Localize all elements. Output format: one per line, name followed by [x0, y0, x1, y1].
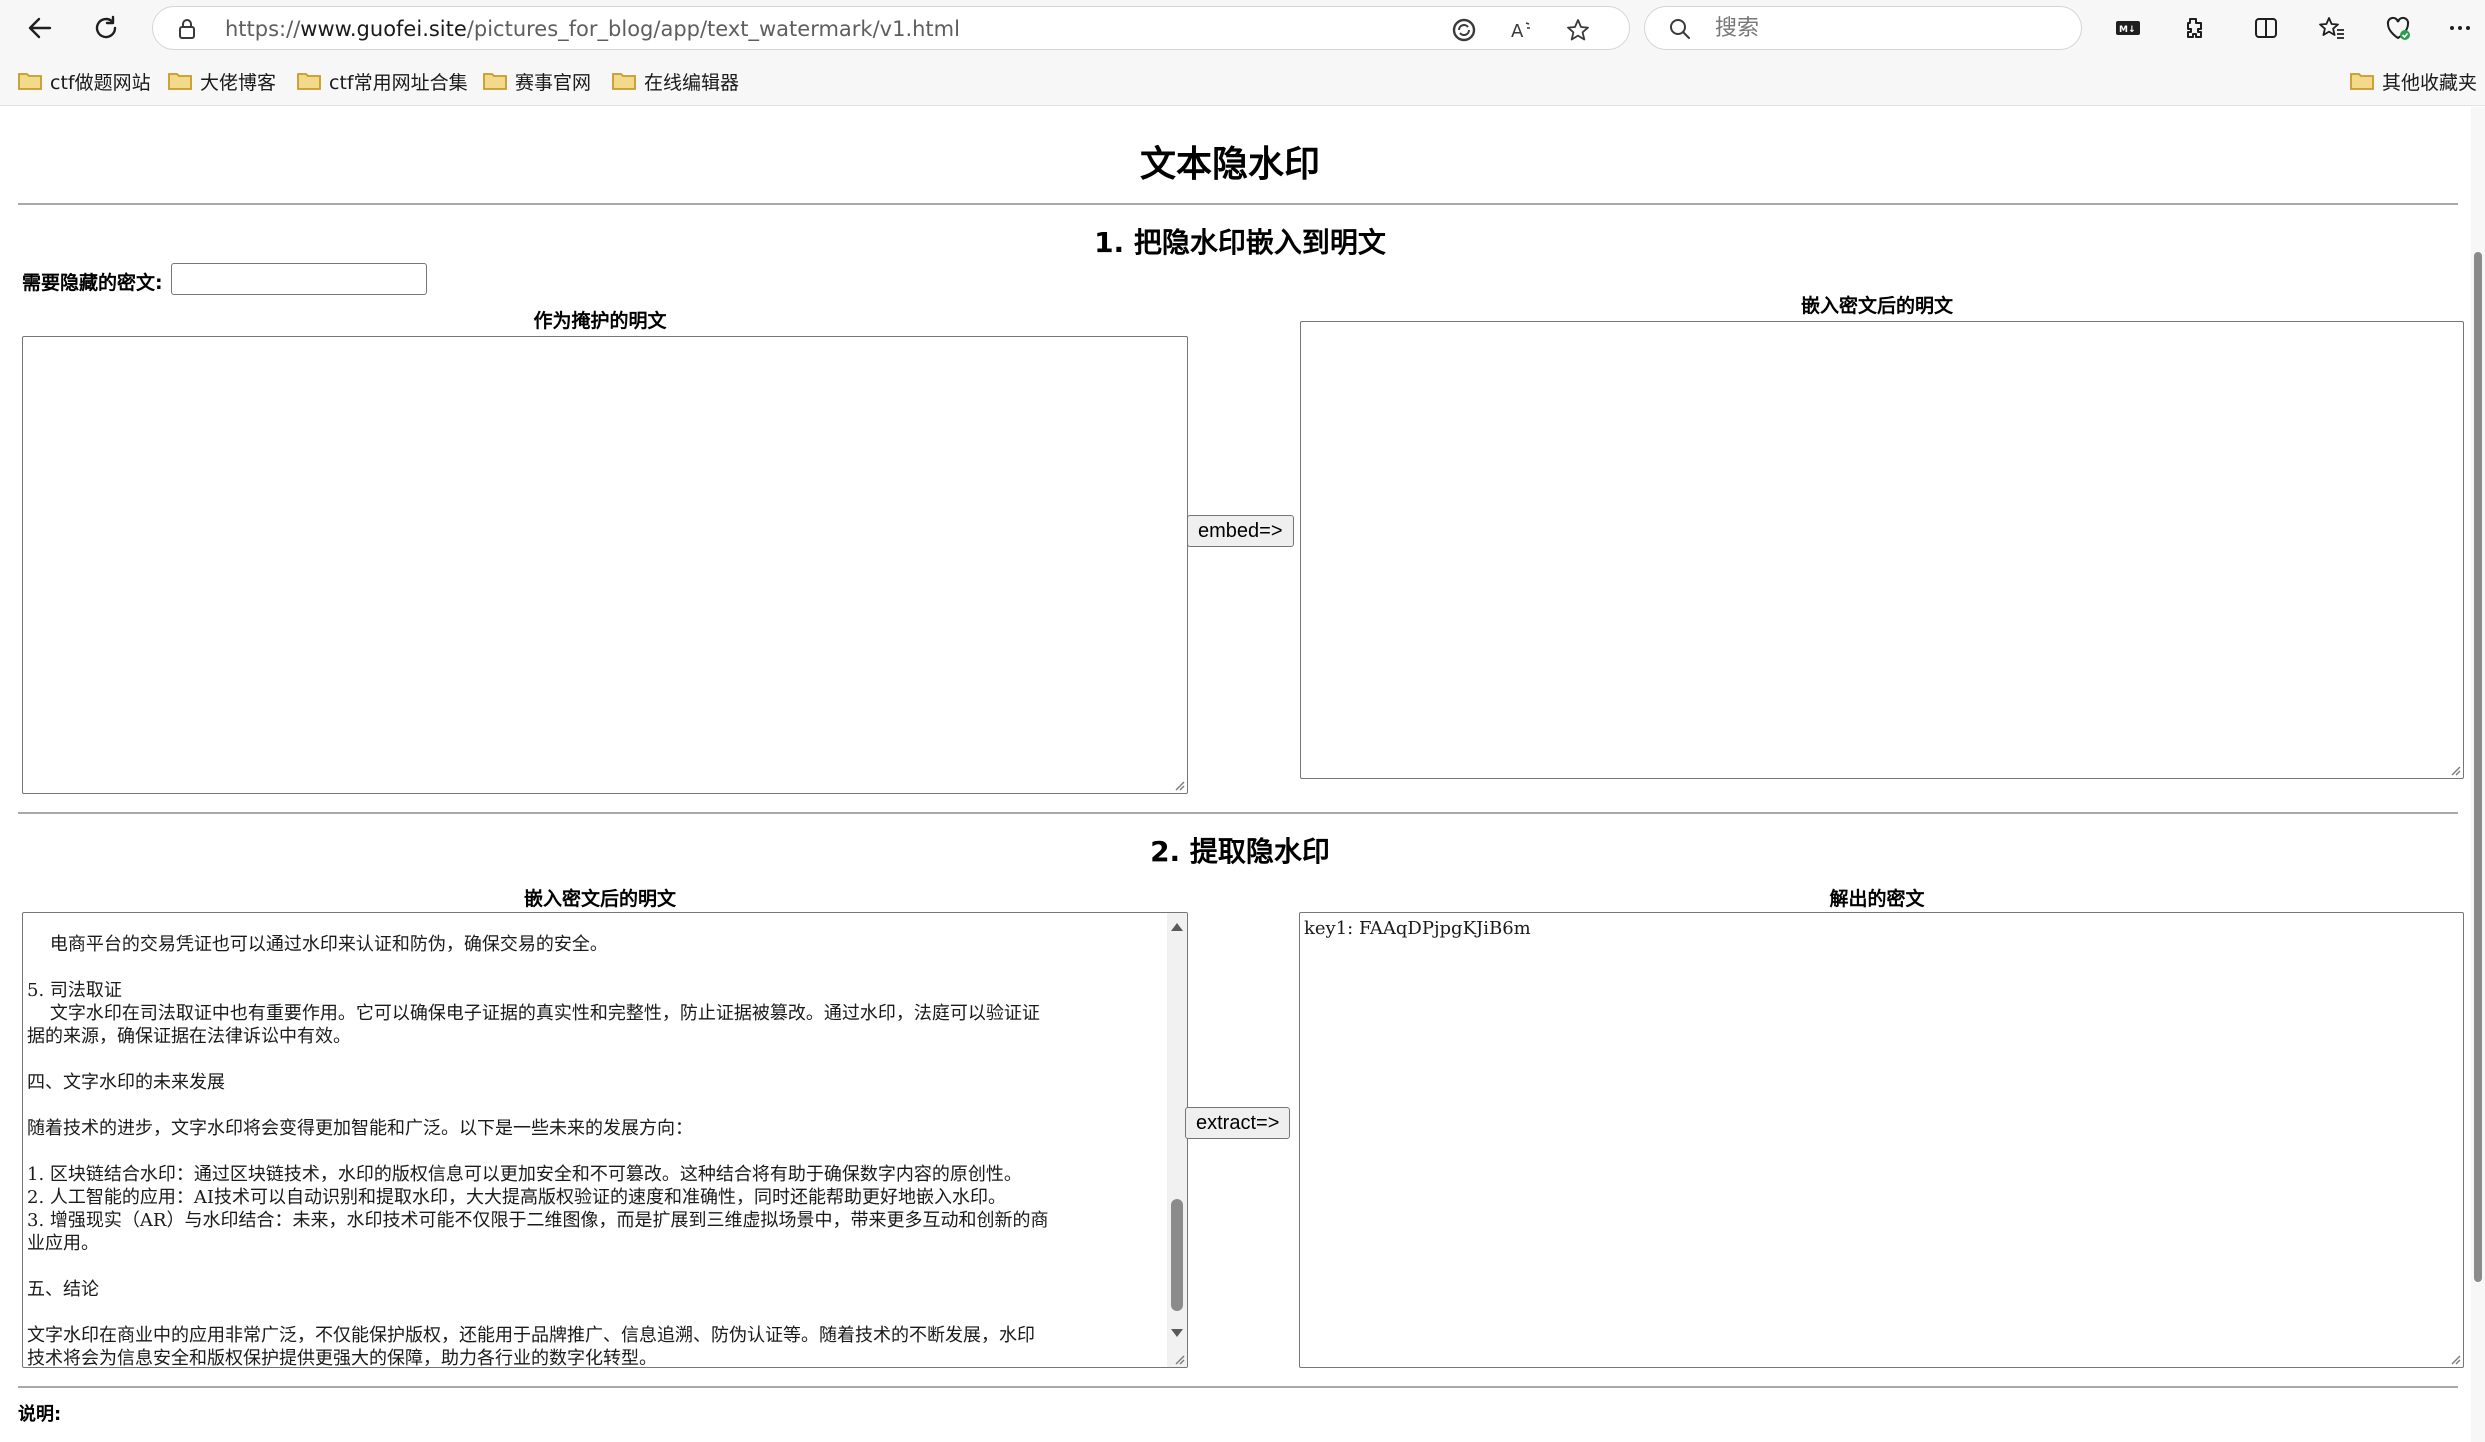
bookmark-folder[interactable]: ctf做题网站: [18, 68, 151, 94]
split-screen-icon[interactable]: [2250, 12, 2282, 44]
embed-button[interactable]: embed=>: [1187, 515, 1294, 547]
bookmark-folder[interactable]: 赛事官网: [483, 68, 591, 94]
text-line: [27, 1094, 1167, 1117]
page-scrollbar-thumb[interactable]: [2474, 252, 2482, 1282]
refresh-icon[interactable]: [86, 8, 126, 48]
section2-heading: 2. 提取隐水印: [1150, 835, 1330, 868]
text-line: 电商平台的交易凭证也可以通过水印来认证和防伪，确保交易的安全。: [27, 934, 608, 955]
text-line: 业应用。: [27, 1233, 99, 1254]
lock-icon[interactable]: [175, 17, 199, 41]
search-icon: [1669, 18, 1691, 40]
divider: [18, 203, 2458, 205]
embedded-output-textarea[interactable]: [1300, 321, 2464, 779]
secret-label: 需要隐藏的密文:: [22, 272, 163, 294]
text-line: [27, 1301, 1167, 1324]
text-line: 随着技术的进步，文字水印将会变得更加智能和广泛。以下是一些未来的发展方向：: [27, 1118, 693, 1139]
translate-icon[interactable]: [1451, 17, 1477, 43]
text-line: 3. 增强现实（AR）与水印结合：未来，水印技术可能不仅限于二维图像，而是扩展到…: [27, 1210, 1049, 1231]
embedded-output-label: 嵌入密文后的明文: [1800, 295, 1953, 317]
extract-button[interactable]: extract=>: [1185, 1107, 1291, 1139]
extensions-icon[interactable]: [2178, 12, 2210, 44]
text-line: 文字水印在商业中的应用非常广泛，不仅能保护版权，还能用于品牌推广、信息追溯、防伪…: [27, 1325, 1035, 1346]
bookmark-folder[interactable]: 在线编辑器: [612, 68, 739, 94]
page-title: 文本隐水印: [1139, 144, 1320, 185]
favorite-star-icon[interactable]: [1565, 17, 1591, 43]
folder-icon: [297, 73, 321, 90]
text-line: 文字水印在司法取证中也有重要作用。它可以确保电子证据的真实性和完整性，防止证据被…: [27, 1003, 1040, 1024]
textarea-scrollbar[interactable]: [1167, 913, 1187, 1367]
markdown-icon[interactable]: M↓: [2112, 12, 2144, 44]
folder-icon: [18, 73, 42, 90]
resize-grip-icon[interactable]: [1173, 1353, 1185, 1365]
back-icon[interactable]: [20, 8, 60, 48]
text-line: [27, 1048, 1167, 1071]
text-line: 5. 司法取证: [27, 980, 122, 1001]
divider: [18, 1386, 2458, 1388]
folder-icon: [483, 73, 507, 90]
text-line: 五、结论: [27, 1279, 99, 1300]
bookmark-folder[interactable]: 大佬博客: [168, 68, 276, 94]
scroll-down-icon[interactable]: [1171, 1329, 1183, 1337]
cover-text-label: 作为掩护的明文: [533, 310, 667, 332]
textarea-scrollbar-thumb[interactable]: [1171, 1199, 1183, 1311]
text-line: [27, 1255, 1167, 1278]
bookmarks-bar: ctf做题网站 大佬博客 ctf常用网址合集 赛事官网 在线编辑器 其他收藏夹: [0, 56, 2485, 106]
folder-icon: [612, 73, 636, 90]
cover-textarea[interactable]: [22, 336, 1188, 794]
note-label: 说明:: [18, 1404, 62, 1425]
extract-input-textarea[interactable]: 电商平台的交易凭证也可以通过水印来认证和防伪，确保交易的安全。 5. 司法取证 …: [22, 912, 1188, 1368]
section1-heading: 1. 把隐水印嵌入到明文: [1094, 226, 1386, 259]
bookmark-other-folder[interactable]: 其他收藏夹: [2350, 68, 2477, 94]
folder-icon: [168, 73, 192, 90]
browser-essentials-icon[interactable]: [2382, 12, 2414, 44]
resize-grip-icon[interactable]: [1173, 779, 1185, 791]
read-aloud-icon[interactable]: A: [1509, 17, 1535, 43]
extracted-secret-textarea[interactable]: key1: FAAqDPjpgKJiB6m: [1299, 912, 2464, 1368]
text-line: 四、文字水印的未来发展: [27, 1072, 225, 1093]
resize-grip-icon[interactable]: [2449, 1353, 2461, 1365]
search-box[interactable]: 搜索: [1644, 6, 2082, 50]
text-line: [27, 1140, 1167, 1163]
secret-input[interactable]: [171, 263, 427, 295]
page-scrollbar[interactable]: [2471, 107, 2485, 1442]
text-line: 据的来源，确保证据在法律诉讼中有效。: [27, 1026, 351, 1047]
more-icon[interactable]: [2444, 12, 2476, 44]
svg-text:A: A: [1511, 21, 1524, 42]
scroll-up-icon[interactable]: [1171, 923, 1183, 931]
divider: [18, 812, 2458, 814]
svg-text:M↓: M↓: [2119, 25, 2136, 35]
text-line: 2. 人工智能的应用：AI技术可以自动识别和提取水印，大大提高版权验证的速度和准…: [27, 1187, 1006, 1208]
favorites-icon[interactable]: [2316, 12, 2348, 44]
url-text: https://www.guofei.site/pictures_for_blo…: [225, 17, 960, 41]
address-bar[interactable]: https://www.guofei.site/pictures_for_blo…: [152, 6, 1630, 50]
bookmark-folder[interactable]: ctf常用网址合集: [297, 68, 468, 94]
folder-icon: [2350, 73, 2374, 90]
search-placeholder: 搜索: [1715, 16, 1760, 41]
text-line: [27, 956, 1167, 979]
resize-grip-icon[interactable]: [2449, 764, 2461, 776]
extracted-secret-label: 解出的密文: [1829, 888, 1925, 910]
text-line: 1. 区块链结合水印：通过区块链技术，水印的版权信息可以更加安全和不可篡改。这种…: [27, 1164, 1022, 1185]
browser-toolbar: https://www.guofei.site/pictures_for_blo…: [0, 0, 2485, 56]
text-line: 技术将会为信息安全和版权保护提供更强大的保障，助力各行业的数字化转型。: [27, 1348, 657, 1368]
extract-input-label: 嵌入密文后的明文: [523, 888, 676, 910]
extract-input-content: 电商平台的交易凭证也可以通过水印来认证和防伪，确保交易的安全。 5. 司法取证 …: [27, 933, 1167, 1368]
extracted-secret-text: key1: FAAqDPjpgKJiB6m: [1304, 918, 1531, 939]
